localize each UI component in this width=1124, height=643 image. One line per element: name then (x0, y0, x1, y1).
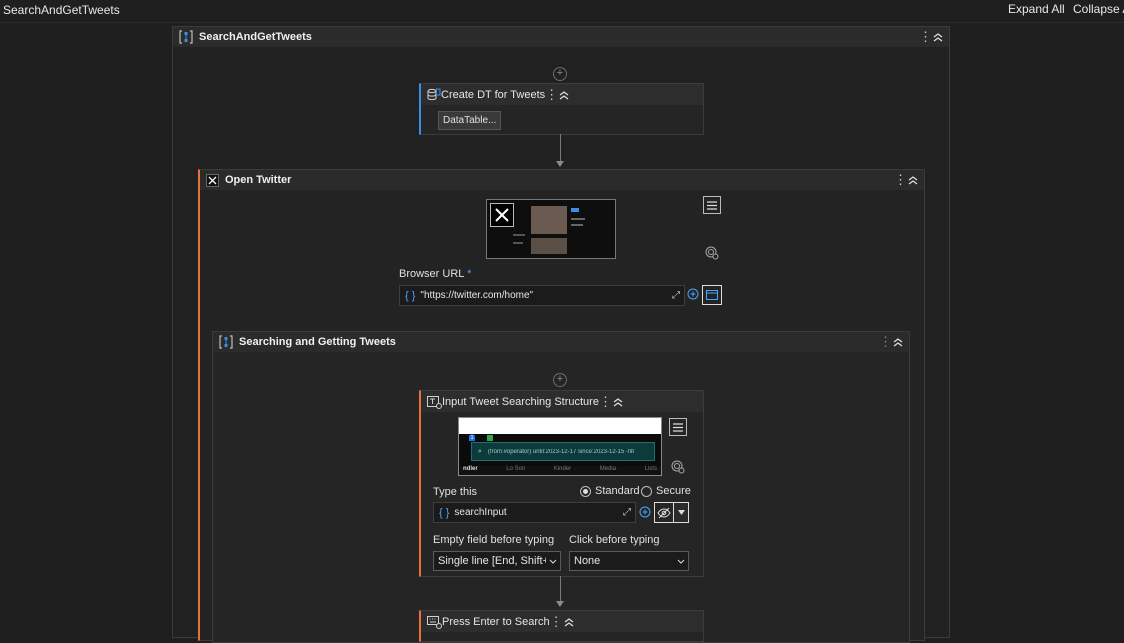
expand-editor-icon[interactable]: ⤢ (672, 290, 680, 301)
input-tweet-header[interactable]: Input Tweet Searching Structure ⋮ (421, 391, 703, 412)
connector-line (560, 134, 561, 162)
search-preview-text: (from:#operator) until:2023-12-17 since:… (487, 448, 634, 455)
type-this-label: Type this (433, 486, 478, 498)
search-icon: ⌕ (478, 447, 482, 455)
click-before-select[interactable]: None (569, 551, 689, 571)
preview-tab: Lo Son (506, 466, 526, 472)
empty-field-value: Single line [End, Shift+Home, Delete] (438, 555, 546, 567)
search-box-preview: ⌕ (from:#operator) until:2023-12-17 sinc… (471, 442, 655, 461)
secure-label: Secure (656, 485, 691, 497)
browser-url-label: Browser URL * (399, 268, 471, 280)
plus-circle-icon[interactable] (639, 506, 651, 521)
marker-badge: 1 (469, 435, 475, 441)
root-sequence-title: SearchAndGetTweets (199, 31, 312, 43)
browser-screenshot-thumbnail[interactable] (486, 199, 616, 259)
required-mark: * (467, 268, 472, 280)
empty-field-select[interactable]: Single line [End, Shift+Home, Delete] (433, 551, 561, 571)
standard-label: Standard (595, 485, 640, 497)
expand-all-button[interactable]: Expand All (1008, 2, 1065, 16)
open-twitter-title: Open Twitter (225, 174, 292, 186)
sequence-icon (179, 30, 193, 44)
browser-url-label-text: Browser URL (399, 268, 464, 280)
preview-tabs: ndler Lo Son Kinder Media Lists (459, 466, 661, 475)
click-before-label: Click before typing (569, 534, 660, 546)
click-before-value: None (574, 555, 601, 567)
thumbnail-image (531, 238, 567, 254)
dropdown-arrow-icon[interactable] (673, 502, 689, 523)
expression-icon: { } (439, 506, 450, 519)
database-icon (427, 88, 441, 102)
collapse-all-button[interactable]: Collapse All (1073, 2, 1124, 16)
radio-selected-icon (580, 485, 591, 497)
root-more-icon[interactable]: ⋮ (919, 30, 932, 43)
element-screenshot-thumbnail[interactable]: 1 ⌕ (from:#operator) until:2023-12-17 si… (458, 417, 662, 476)
add-activity-icon[interactable]: + (553, 373, 567, 387)
input-tweet-collapse-icon[interactable] (613, 397, 627, 407)
connector-line (560, 576, 561, 602)
press-enter-more-icon[interactable]: ⋮ (550, 615, 563, 628)
type-into-icon (427, 395, 442, 409)
preview-tab: Lists (644, 466, 657, 472)
press-enter-title: Press Enter to Search (442, 615, 550, 628)
thumbnail-line (571, 224, 583, 226)
preview-tab: Kinder (553, 466, 572, 472)
workflow-title: SearchAndGetTweets (3, 3, 120, 17)
thumbnail-line (513, 242, 523, 244)
create-dt-title: Create DT for Tweets (441, 88, 546, 101)
root-sequence-header[interactable]: SearchAndGetTweets ⋮ (173, 27, 949, 47)
searching-more-icon[interactable]: ⋮ (879, 335, 892, 348)
add-activity-icon[interactable]: + (553, 67, 567, 81)
thumbnail-line (571, 218, 585, 220)
connector-arrow (556, 601, 564, 607)
connector-arrow (556, 161, 564, 167)
thumbnail-accent (571, 208, 579, 212)
type-this-value: searchInput (454, 507, 507, 518)
chevron-down-icon (677, 555, 685, 567)
x-logo-icon (490, 203, 514, 227)
create-dt-header[interactable]: Create DT for Tweets ⋮ (421, 84, 703, 105)
searching-collapse-icon[interactable] (893, 337, 907, 347)
thumbnail-line (513, 234, 525, 236)
browser-url-value: "https://twitter.com/home" (420, 290, 534, 301)
empty-field-label: Empty field before typing (433, 534, 555, 546)
radio-unselected-icon (641, 485, 652, 497)
target-icon[interactable] (705, 246, 719, 263)
browser-url-input[interactable]: { } "https://twitter.com/home" ⤢ (399, 285, 685, 306)
input-tweet-more-icon[interactable]: ⋮ (599, 395, 612, 408)
input-tweet-title: Input Tweet Searching Structure (442, 395, 599, 408)
x-logo-icon (206, 173, 219, 187)
expression-icon: { } (405, 289, 416, 302)
open-twitter-header[interactable]: Open Twitter ⋮ (200, 170, 924, 190)
sequence-icon (219, 335, 233, 349)
datatable-button[interactable]: DataTable... (438, 111, 502, 130)
thumbnail-image (531, 206, 567, 234)
press-enter-collapse-icon[interactable] (564, 617, 578, 627)
searching-title: Searching and Getting Tweets (239, 336, 396, 348)
create-dt-more-icon[interactable]: ⋮ (545, 88, 558, 101)
type-this-input[interactable]: { } searchInput ⤢ (433, 502, 636, 523)
secure-radio[interactable]: Secure (641, 485, 691, 497)
root-collapse-icon[interactable] (933, 32, 947, 42)
marker-badge (487, 435, 493, 441)
press-enter-header[interactable]: Press Enter to Search ⋮ (421, 611, 703, 632)
create-dt-collapse-icon[interactable] (559, 90, 573, 100)
preview-tab: Media (599, 466, 617, 472)
options-menu-icon[interactable] (703, 196, 721, 214)
browser-window-icon[interactable] (702, 285, 722, 305)
open-twitter-collapse-icon[interactable] (908, 175, 922, 185)
top-bar: SearchAndGetTweets Expand All Collapse A… (0, 0, 1124, 23)
options-menu-icon[interactable] (669, 418, 687, 436)
press-enter-activity[interactable]: Press Enter to Search ⋮ (419, 610, 704, 642)
open-twitter-more-icon[interactable]: ⋮ (894, 173, 907, 186)
target-icon[interactable] (671, 460, 685, 477)
expand-editor-icon[interactable]: ⤢ (623, 507, 631, 518)
eye-hidden-icon[interactable] (654, 502, 674, 523)
standard-radio[interactable]: Standard (580, 485, 640, 497)
searching-header[interactable]: Searching and Getting Tweets ⋮ (213, 332, 909, 352)
create-dt-activity[interactable]: Create DT for Tweets ⋮ DataTable... (419, 83, 704, 135)
plus-circle-icon[interactable] (687, 288, 699, 303)
keyboard-icon (427, 615, 442, 629)
chevron-down-icon (549, 555, 557, 567)
preview-tab: ndler (463, 466, 478, 472)
